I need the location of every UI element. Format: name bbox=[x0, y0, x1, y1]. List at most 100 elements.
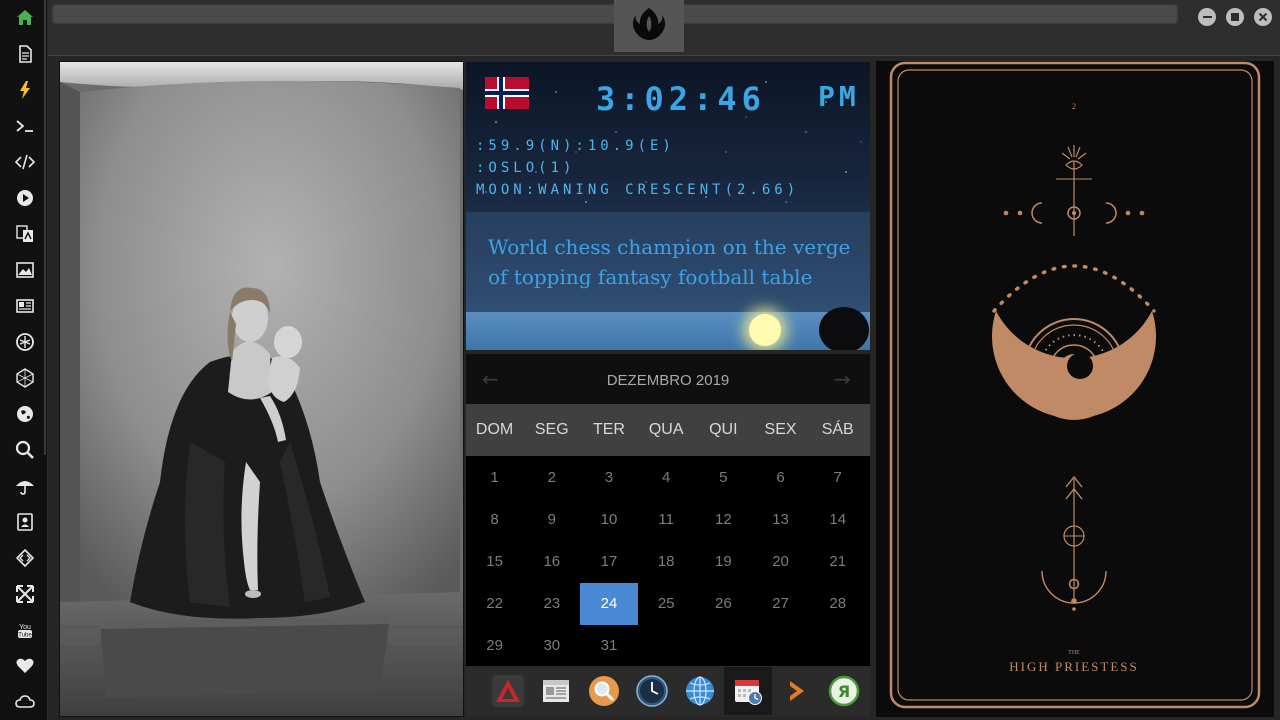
play-icon[interactable] bbox=[12, 185, 38, 211]
app-dock: Я bbox=[466, 666, 870, 716]
weekday-label: DOM bbox=[475, 421, 514, 438]
calendar-week-row: 29 30 31 bbox=[466, 625, 870, 667]
logo-tab[interactable] bbox=[614, 0, 684, 52]
globe-app-icon[interactable] bbox=[676, 667, 724, 715]
calendar-day[interactable]: 25 bbox=[638, 583, 695, 625]
news-headline[interactable]: World chess champion on the verge of top… bbox=[488, 232, 858, 292]
calendar-week-row: 8 9 10 11 12 13 14 bbox=[466, 499, 870, 541]
calendar-next-button[interactable]: → bbox=[834, 367, 851, 391]
calendar-widget: ← DEZEMBRO 2019 → DOM SEG TER QUA QUI SE… bbox=[466, 354, 870, 666]
horizon bbox=[466, 312, 870, 350]
globe-icon[interactable] bbox=[12, 401, 38, 427]
weekday-label: SÁB bbox=[821, 421, 854, 438]
calendar-day[interactable]: 15 bbox=[466, 541, 523, 583]
minimize-button[interactable] bbox=[1198, 8, 1216, 26]
search-app-icon[interactable] bbox=[580, 667, 628, 715]
document-icon[interactable] bbox=[12, 41, 38, 67]
calendar-empty-cell bbox=[695, 625, 752, 667]
image-icon[interactable] bbox=[12, 257, 38, 283]
calendar-day[interactable]: 17 bbox=[580, 541, 637, 583]
tarot-card-panel: 2 THE HIGH PRIESTESS bbox=[876, 61, 1274, 717]
portrait-photo bbox=[60, 62, 463, 716]
maximize-button[interactable] bbox=[1226, 8, 1244, 26]
calendar-day[interactable]: 20 bbox=[752, 541, 809, 583]
calendar-day[interactable]: 30 bbox=[523, 625, 580, 667]
clock-widget: 3:02:46 PM :59.9(N):10.9(E) :OSLO(1) MOO… bbox=[466, 62, 870, 350]
calendar-weekdays: DOM SEG TER QUA QUI SEX SÁB bbox=[466, 404, 870, 456]
newspaper-app-icon[interactable] bbox=[532, 667, 580, 715]
calendar-day[interactable]: 6 bbox=[752, 457, 809, 499]
svg-text:You: You bbox=[19, 624, 31, 631]
calendar-day[interactable]: 16 bbox=[523, 541, 580, 583]
clock-time: 3:02:46 bbox=[596, 80, 766, 118]
calendar-app-icon[interactable] bbox=[724, 667, 772, 715]
weekday-label: QUA bbox=[648, 421, 684, 438]
calendar-day-today[interactable]: 24 bbox=[580, 583, 638, 625]
moon-icon bbox=[819, 307, 869, 350]
calendar-day[interactable]: 2 bbox=[523, 457, 580, 499]
sidebar-scrollbar[interactable] bbox=[44, 0, 46, 455]
arrow-app-icon[interactable] bbox=[772, 667, 820, 715]
calendar-day[interactable]: 27 bbox=[752, 583, 809, 625]
calendar-week-row: 15 16 17 18 19 20 21 bbox=[466, 541, 870, 583]
sidebar: You Tube bbox=[0, 0, 48, 720]
calendar-empty-cell bbox=[638, 625, 695, 667]
cloud-icon[interactable] bbox=[12, 689, 38, 715]
calendar-day[interactable]: 12 bbox=[695, 499, 752, 541]
rebel-alliance-icon[interactable] bbox=[12, 329, 38, 355]
calendar-day[interactable]: 14 bbox=[809, 499, 866, 541]
home-icon[interactable] bbox=[12, 5, 38, 31]
calendar-day[interactable]: 9 bbox=[523, 499, 580, 541]
tarot-card: 2 THE HIGH PRIESTESS bbox=[889, 61, 1261, 709]
newspaper-icon[interactable] bbox=[12, 293, 38, 319]
calendar-empty-cell bbox=[752, 625, 809, 667]
weekday-label: TER bbox=[592, 421, 625, 438]
calendar-day[interactable]: 18 bbox=[638, 541, 695, 583]
maximize-icon bbox=[1231, 13, 1239, 21]
calendar-day[interactable]: 3 bbox=[580, 457, 637, 499]
terminal-icon[interactable] bbox=[12, 113, 38, 139]
calendar-empty-cell bbox=[809, 625, 866, 667]
calendar-day[interactable]: 11 bbox=[638, 499, 695, 541]
calendar-day[interactable]: 4 bbox=[638, 457, 695, 499]
weekday-label: QUI bbox=[709, 421, 738, 438]
umbrella-icon[interactable] bbox=[12, 473, 38, 499]
clock-coordinates: :59.9(N):10.9(E) bbox=[476, 138, 675, 154]
contact-icon[interactable] bbox=[12, 509, 38, 535]
tarot-number: 2 bbox=[1072, 102, 1076, 111]
calendar-day[interactable]: 10 bbox=[580, 499, 637, 541]
top-bar bbox=[48, 0, 1280, 56]
calendar-week-row: 1234567 bbox=[466, 457, 870, 499]
calendar-day[interactable]: 5 bbox=[695, 457, 752, 499]
close-button[interactable] bbox=[1254, 8, 1272, 26]
red-triangle-app-icon[interactable] bbox=[484, 667, 532, 715]
calendar-day[interactable]: 22 bbox=[466, 583, 523, 625]
calendar-day[interactable]: 7 bbox=[809, 457, 866, 499]
yandex-app-icon[interactable]: Я bbox=[820, 667, 868, 715]
expand-icon[interactable] bbox=[12, 581, 38, 607]
calendar-day[interactable]: 1 bbox=[466, 457, 523, 499]
calendar-day[interactable]: 28 bbox=[809, 583, 866, 625]
hexagon-icon[interactable] bbox=[12, 365, 38, 391]
calendar-day[interactable]: 23 bbox=[523, 583, 580, 625]
clock-location: :OSLO(1) bbox=[476, 160, 576, 176]
calendar-day[interactable]: 13 bbox=[752, 499, 809, 541]
diamond-code-icon[interactable] bbox=[12, 545, 38, 571]
heart-icon[interactable] bbox=[12, 653, 38, 679]
calendar-day[interactable]: 8 bbox=[466, 499, 523, 541]
calendar-day[interactable]: 19 bbox=[695, 541, 752, 583]
translate-icon[interactable] bbox=[12, 221, 38, 247]
calendar-day[interactable]: 26 bbox=[695, 583, 752, 625]
desktop: You Tube 3:02:46 PM:59.9(N):10.9(E):OS… bbox=[0, 0, 1280, 720]
calendar-grid: 1 2 3 4 5 6 7 8 9 10 11 12 13 14 15 16 17 18 19 20 21 22 23 24 2… bbox=[466, 457, 870, 667]
code-icon[interactable] bbox=[12, 149, 38, 175]
calendar-day[interactable]: 31 bbox=[580, 625, 637, 667]
search-icon[interactable] bbox=[12, 437, 38, 463]
clock-app-icon[interactable] bbox=[628, 667, 676, 715]
youtube-icon[interactable]: You Tube bbox=[12, 617, 38, 643]
lightning-icon[interactable] bbox=[12, 77, 38, 103]
calendar-day[interactable]: 29 bbox=[466, 625, 523, 667]
calendar-day[interactable]: 21 bbox=[809, 541, 866, 583]
tarot-the: THE bbox=[1068, 650, 1080, 656]
photo-panel bbox=[59, 61, 464, 717]
